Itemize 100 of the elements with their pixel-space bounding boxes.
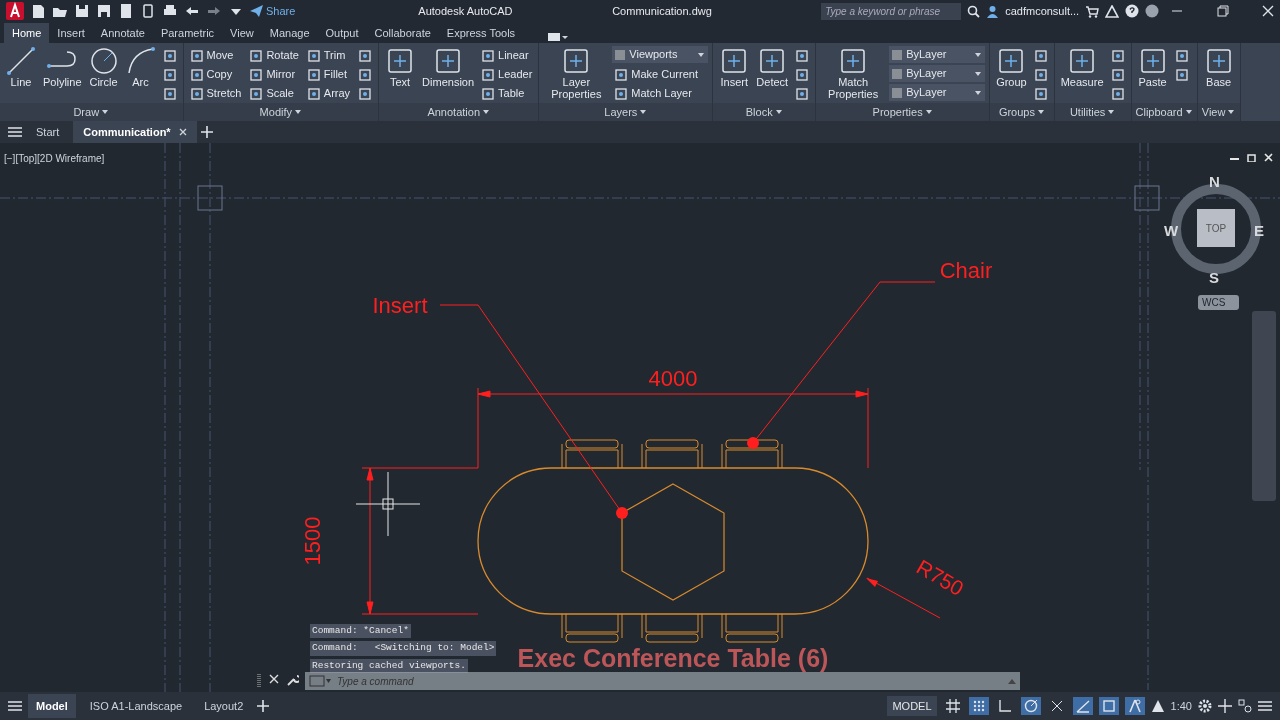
panel-title-button[interactable]: Utilities xyxy=(1054,103,1131,121)
close-icon[interactable] xyxy=(1262,5,1274,17)
ribbon-tool-button[interactable]: Match Properties xyxy=(820,46,887,103)
document-icon[interactable] xyxy=(118,3,134,19)
ribbon-tool-button[interactable]: Text xyxy=(383,46,418,103)
panel-title-button[interactable]: Layers xyxy=(539,103,713,121)
app-logo-icon[interactable] xyxy=(6,2,24,20)
grip-marker[interactable] xyxy=(197,185,223,211)
panel-title-button[interactable]: Groups xyxy=(990,103,1054,121)
ribbon-tab[interactable]: Express Tools xyxy=(438,22,524,43)
panel-title-button[interactable]: Annotation xyxy=(379,103,539,121)
restore-icon[interactable] xyxy=(1247,153,1256,162)
plus-icon[interactable] xyxy=(1218,699,1232,713)
panel-toggle-icon[interactable] xyxy=(547,31,570,43)
ribbon-tab[interactable]: Output xyxy=(317,22,367,43)
cart-icon[interactable] xyxy=(1085,4,1100,18)
model-space-button[interactable]: MODEL xyxy=(887,695,937,717)
close-icon[interactable] xyxy=(269,674,279,684)
panel-title-button[interactable]: View xyxy=(1197,103,1240,121)
ribbon-tab[interactable]: Insert xyxy=(49,22,93,43)
compass-letter[interactable]: N xyxy=(1209,171,1220,194)
ribbon-dropdown[interactable]: Viewports xyxy=(612,46,709,63)
ribbon-tool-button[interactable]: Stretch xyxy=(187,84,244,103)
phone-icon[interactable] xyxy=(140,3,156,19)
status-toggle-button[interactable] xyxy=(968,697,989,715)
ribbon-tool-button[interactable]: Layer Properties xyxy=(543,46,610,103)
panel-title-button[interactable]: Properties xyxy=(816,103,990,121)
add-tab-icon[interactable] xyxy=(200,126,213,138)
search-icon[interactable] xyxy=(967,4,981,18)
ribbon-dropdown[interactable]: ByLayer xyxy=(889,84,986,101)
compass-letter[interactable]: E xyxy=(1254,220,1264,243)
ribbon-tool-button[interactable]: Make Current xyxy=(612,65,709,84)
ribbon-tool-button[interactable]: Insert xyxy=(717,46,752,103)
panel-title-button[interactable]: Block xyxy=(713,103,816,121)
status-toggle-button[interactable] xyxy=(1124,697,1145,715)
share-button[interactable]: Share xyxy=(250,2,296,20)
ribbon-tool-button[interactable]: Dimension xyxy=(420,46,477,103)
status-toggle-button[interactable] xyxy=(1020,697,1041,715)
new-file-icon[interactable] xyxy=(30,3,46,19)
annotation-scale-icon[interactable] xyxy=(1150,699,1165,713)
ribbon-tab[interactable]: Annotate xyxy=(92,22,153,43)
ribbon-dropdown[interactable]: ByLayer xyxy=(889,65,986,82)
customize-menu-icon[interactable] xyxy=(1258,700,1272,712)
ribbon-tool-button[interactable]: Group xyxy=(994,46,1029,103)
ribbon-tool-button[interactable]: Linear xyxy=(479,46,535,65)
ribbon-tab[interactable]: View xyxy=(222,22,262,43)
ribbon-tool-button[interactable]: Base xyxy=(1201,46,1236,103)
ribbon-tool-button[interactable]: Copy xyxy=(187,65,244,84)
viewport-controls-label[interactable]: [−][Top][2D Wireframe] xyxy=(4,151,105,166)
ribbon-tool-button[interactable]: Detect xyxy=(754,46,791,103)
restore-icon[interactable] xyxy=(1216,5,1229,17)
grip-icon[interactable] xyxy=(257,674,261,687)
close-icon[interactable] xyxy=(178,128,187,136)
grip-marker[interactable] xyxy=(1134,185,1160,211)
file-tab[interactable]: Start xyxy=(26,120,70,144)
search-field[interactable]: Type a keyword or phrase xyxy=(821,2,962,20)
ribbon-tool-button[interactable]: Mirror xyxy=(247,65,301,84)
ribbon-tool-button[interactable]: Measure xyxy=(1058,46,1106,103)
ribbon-tool-button[interactable]: Rotate xyxy=(247,46,301,65)
menu-icon[interactable] xyxy=(8,700,22,712)
ribbon-dropdown[interactable]: ByLayer xyxy=(889,46,986,63)
viewcube-face[interactable]: TOP xyxy=(1197,209,1235,247)
add-layout-icon[interactable] xyxy=(257,700,270,712)
save-icon[interactable] xyxy=(74,3,90,19)
ribbon-tab[interactable]: Parametric xyxy=(152,22,223,43)
ribbon-tool-button[interactable]: Leader xyxy=(479,65,535,84)
ribbon-tool-button[interactable]: Fillet xyxy=(304,65,353,84)
status-toggle-button[interactable] xyxy=(1072,697,1093,715)
ribbon-tool-button[interactable]: Paste xyxy=(1135,46,1170,103)
ribbon-tool-button[interactable]: Table xyxy=(479,84,535,103)
ribbon-tab[interactable]: Manage xyxy=(261,22,318,43)
triangle-nodes-icon[interactable] xyxy=(1105,4,1120,18)
ribbon-tool-button[interactable]: Circle xyxy=(86,46,121,103)
ribbon-tool-button[interactable]: Match Layer xyxy=(612,84,709,103)
ribbon-tool-button[interactable]: Arc xyxy=(123,46,158,103)
status-toggle-button[interactable] xyxy=(1098,697,1119,715)
compass-letter[interactable]: W xyxy=(1164,220,1179,243)
file-tab[interactable]: Communication* xyxy=(73,120,197,144)
layout-tab[interactable]: Layout2 xyxy=(196,693,252,719)
panel-title-button[interactable]: Draw xyxy=(0,103,183,121)
command-prompt-icon[interactable] xyxy=(309,675,331,687)
ribbon-tab[interactable]: Home xyxy=(4,22,50,43)
save-as-icon[interactable] xyxy=(96,3,112,19)
annotation-scale-dropdown[interactable]: 1:40 xyxy=(1170,697,1192,715)
ribbon-tool-button[interactable]: Polyline xyxy=(41,46,84,103)
ribbon-tool-button[interactable]: Trim xyxy=(304,46,353,65)
compass-letter[interactable]: S xyxy=(1209,267,1219,290)
ucs-button[interactable]: WCS xyxy=(1198,295,1240,310)
ribbon-tab[interactable]: Collaborate xyxy=(366,22,439,43)
layout-tab[interactable]: Model xyxy=(28,693,76,719)
ribbon-tool-button[interactable]: Scale xyxy=(247,84,301,103)
layout-tab[interactable]: ISO A1-Landscape xyxy=(81,693,191,719)
close-icon[interactable] xyxy=(1264,153,1273,162)
panel-title-button[interactable]: Modify xyxy=(183,103,379,121)
help-icon[interactable] xyxy=(1125,4,1140,18)
ribbon-tool-button[interactable]: Array xyxy=(304,84,353,103)
command-input[interactable]: Type a command xyxy=(335,672,535,690)
ribbon-tool-button[interactable]: Move xyxy=(187,46,244,65)
settings-icon[interactable] xyxy=(1198,699,1212,713)
panel-title-button[interactable]: Clipboard xyxy=(1131,103,1197,121)
